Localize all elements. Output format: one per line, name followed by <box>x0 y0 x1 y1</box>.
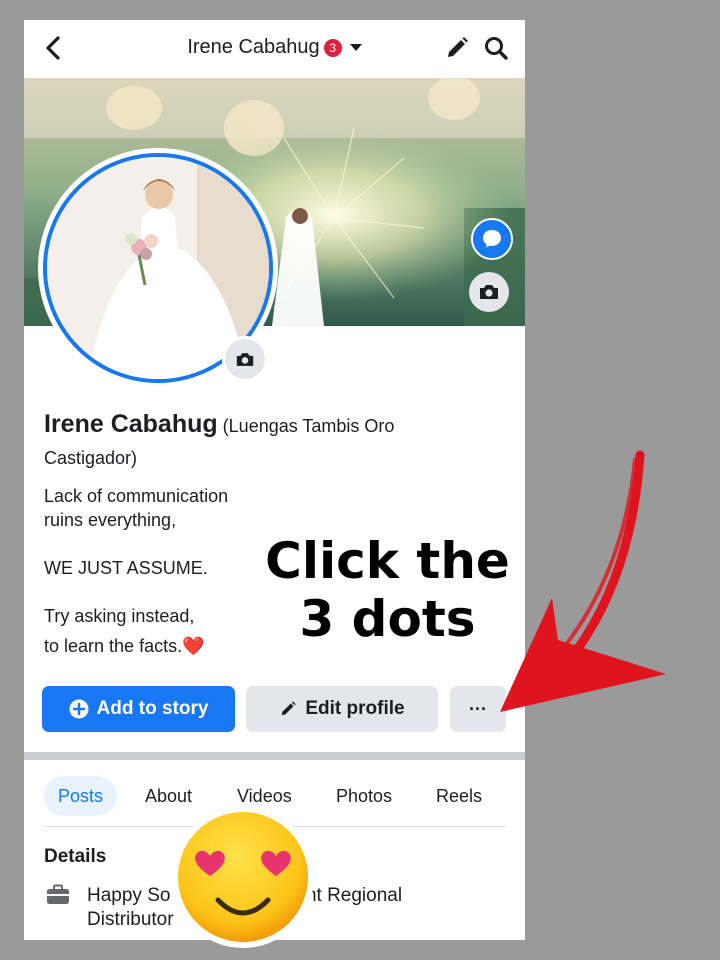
cover-camera-icon[interactable] <box>469 272 509 312</box>
bio-line: ruins everything, <box>44 510 177 530</box>
tab-label: Posts <box>58 785 104 806</box>
edit-profile-label: Edit profile <box>305 698 405 719</box>
profile-camera-icon[interactable] <box>222 336 268 382</box>
details-heading: Details <box>44 846 107 867</box>
messenger-icon[interactable] <box>471 218 513 260</box>
pencil-icon[interactable] <box>444 35 470 61</box>
tab-photos[interactable]: Photos <box>336 776 392 816</box>
tab-label: Photos <box>336 785 393 806</box>
bio-line: WE JUST ASSUME. <box>44 558 208 578</box>
alternate-name-cont: Castigador) <box>44 448 138 468</box>
heart-emoji: ❤️ <box>182 636 205 656</box>
chevron-down-icon <box>349 44 362 52</box>
work-text-start: Happy So <box>87 885 171 906</box>
edit-profile-button[interactable]: Edit profile <box>246 686 438 732</box>
add-to-story-button[interactable]: Add to story <box>42 686 235 732</box>
bio-line: to learn the facts.❤️ <box>44 634 205 658</box>
display-name: Irene Cabahug <box>44 410 218 438</box>
tab-posts[interactable]: Posts <box>44 776 118 816</box>
work-text-line2: Distributor <box>87 909 174 930</box>
section-divider <box>24 752 525 760</box>
bio-line: Lack of communication <box>44 486 229 506</box>
tab-reels[interactable]: Reels <box>436 776 482 816</box>
title-text: Irene Cabahug <box>187 36 320 59</box>
bio-line: Try asking instead, <box>44 606 195 626</box>
heart-eyes-emoji-icon <box>170 804 316 950</box>
profile-name: Irene Cabahug (Luengas Tambis Oro Castig… <box>44 408 504 474</box>
notification-badge: 3 <box>323 38 342 57</box>
top-bar: Irene Cabahug 3 <box>24 20 525 78</box>
search-icon[interactable] <box>483 35 509 61</box>
alternate-name: (Luengas Tambis Oro <box>222 416 395 436</box>
tab-label: Reels <box>436 785 483 806</box>
add-to-story-label: Add to story <box>96 698 209 719</box>
bio-text: to learn the facts. <box>44 636 183 656</box>
briefcase-icon <box>46 884 70 911</box>
red-arrow-icon <box>440 450 680 735</box>
plus-circle-icon <box>69 699 89 719</box>
pencil-icon <box>282 701 296 716</box>
